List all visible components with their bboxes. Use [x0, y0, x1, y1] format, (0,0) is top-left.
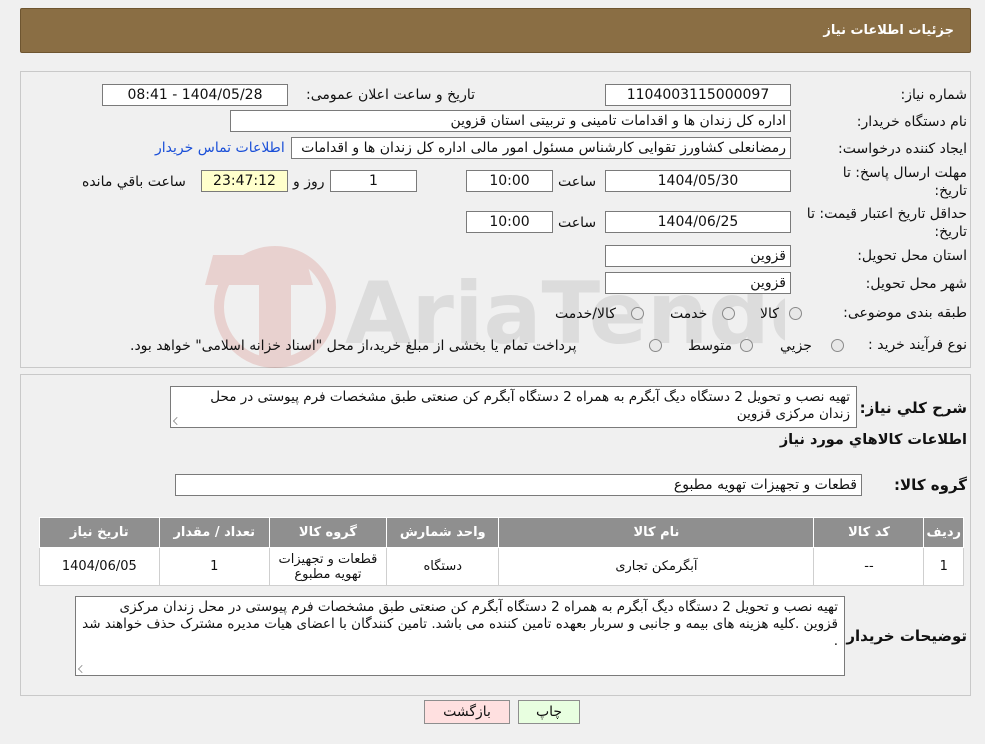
col-row-header: رديف	[923, 517, 964, 548]
buyer-field[interactable]: اداره کل زندان ها و اقدامات تامینی و ترب…	[230, 110, 791, 132]
cell-name: آبگرمکن تجاری	[498, 547, 815, 586]
need-number-field[interactable]: 1104003115000097	[605, 84, 791, 106]
cell-row: 1	[923, 547, 964, 586]
deadline-time-label: ساعت	[558, 174, 597, 190]
resize-grip-icon[interactable]	[173, 417, 181, 425]
purchase-radio-medium[interactable]	[740, 339, 753, 352]
col-group-header: گروه کالا	[268, 517, 388, 548]
announce-date-field[interactable]: 1404/05/28 - 08:41	[102, 84, 288, 106]
cell-qty: 1	[158, 547, 270, 586]
buyer-contact-link[interactable]: اطلاعات تماس خریدار	[155, 140, 285, 156]
buyer-notes-textarea[interactable]: تهیه نصب و تحویل 2 دستگاه دیگ آبگرم به ه…	[75, 596, 845, 676]
category-option-service: خدمت	[670, 306, 708, 322]
purchase-option-small: جزیي	[780, 338, 812, 354]
category-radio-service[interactable]	[722, 307, 735, 320]
print-button[interactable]: چاپ	[518, 700, 580, 724]
col-code-header: کد کالا	[813, 517, 925, 548]
purchase-note: پرداخت تمام یا بخشی از مبلغ خرید،از محل …	[130, 338, 577, 354]
goods-group-label: گروه کالا:	[894, 476, 967, 494]
goods-info-title: اطلاعات کالاهاي مورد نياز	[779, 432, 967, 448]
cell-unit: دستگاه	[386, 547, 500, 586]
province-field[interactable]: قزوین	[605, 245, 791, 267]
validity-date-field[interactable]: 1404/06/25	[605, 211, 791, 233]
validity-label-2: تاریخ:	[934, 224, 967, 240]
page-header: جزئیات اطلاعات نیاز	[20, 8, 971, 53]
validity-time-label: ساعت	[558, 215, 597, 231]
resize-grip-icon[interactable]	[78, 665, 86, 673]
buyer-notes-label: توضيحات خريدار:	[840, 627, 967, 645]
validity-time-field[interactable]: 10:00	[466, 211, 553, 233]
remaining-time-label: ساعت باقي مانده	[82, 174, 186, 190]
cell-code: --	[813, 547, 925, 586]
deadline-date-field[interactable]: 1404/05/30	[605, 170, 791, 192]
summary-text: تهیه نصب و تحویل 2 دستگاه دیگ آبگرم به ه…	[210, 389, 850, 422]
cell-date: 1404/06/05	[39, 547, 160, 586]
creator-field[interactable]: رمضانعلی کشاورز تقوایی کارشناس مسئول امو…	[291, 137, 791, 159]
buyer-label: نام دستگاه خریدار:	[856, 114, 967, 130]
page-title: جزئیات اطلاعات نیاز	[823, 23, 954, 38]
table-row[interactable]: 1 -- آبگرمکن تجاری دستگاه قطعات و تجهیزا…	[39, 547, 964, 586]
category-radio-goods[interactable]	[789, 307, 802, 320]
city-field[interactable]: قزوین	[605, 272, 791, 294]
goods-group-field[interactable]: قطعات و تجهیزات تهویه مطبوع	[175, 474, 862, 496]
remaining-time-field: 23:47:12	[201, 170, 288, 192]
validity-label-1: حداقل تاریخ اعتبار قیمت: تا	[806, 206, 967, 222]
purchase-radio-treasury[interactable]	[649, 339, 662, 352]
col-unit-header: واحد شمارش	[386, 517, 500, 548]
buyer-notes-text: تهیه نصب و تحویل 2 دستگاه دیگ آبگرم به ه…	[82, 599, 838, 649]
items-table: رديف کد کالا نام کالا واحد شمارش گروه کا…	[39, 517, 964, 586]
category-radio-goods-service[interactable]	[631, 307, 644, 320]
category-option-goods: کالا	[760, 306, 779, 322]
days-label: روز و	[293, 174, 325, 190]
category-option-goods-service: کالا/خدمت	[555, 306, 616, 322]
city-label: شهر محل تحویل:	[865, 276, 967, 292]
summary-label: شرح کلي نياز:	[859, 399, 967, 417]
need-number-label: شماره نیاز:	[900, 87, 968, 103]
purchase-radio-small[interactable]	[831, 339, 844, 352]
col-qty-header: تعداد / مقدار	[158, 517, 270, 548]
days-field[interactable]: 1	[330, 170, 417, 192]
back-button[interactable]: بازگشت	[424, 700, 510, 724]
deadline-time-field[interactable]: 10:00	[466, 170, 553, 192]
cell-group: قطعات و تجهیزات تهویه مطبوع	[268, 547, 388, 586]
province-label: استان محل تحویل:	[857, 248, 967, 264]
col-name-header: نام کالا	[498, 517, 815, 548]
announce-label: تاریخ و ساعت اعلان عمومی:	[306, 87, 475, 103]
creator-label: ایجاد کننده درخواست:	[838, 141, 967, 157]
category-label: طبقه بندی موضوعی:	[843, 305, 967, 321]
summary-textarea[interactable]: تهیه نصب و تحویل 2 دستگاه دیگ آبگرم به ه…	[170, 386, 857, 428]
deadline-label-1: مهلت ارسال پاسخ: تا	[842, 165, 967, 181]
purchase-type-label: نوع فرآیند خرید :	[868, 337, 967, 353]
table-header-row: رديف کد کالا نام کالا واحد شمارش گروه کا…	[39, 517, 964, 548]
deadline-label-2: تاریخ:	[934, 183, 967, 199]
purchase-option-medium: متوسط	[688, 338, 732, 354]
col-date-header: تاريخ نياز	[39, 517, 160, 548]
